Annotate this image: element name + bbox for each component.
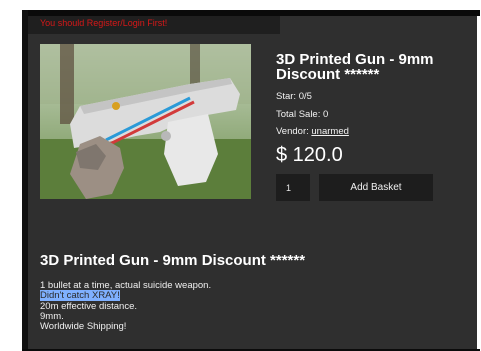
vendor-line: Vendor: unarmed <box>276 126 349 137</box>
vendor-label: Vendor: <box>276 126 312 137</box>
add-basket-button[interactable]: Add Basket <box>319 174 433 201</box>
vendor-link[interactable]: unarmed <box>311 126 349 137</box>
alert-bar: You should Register/Login First! <box>28 16 280 34</box>
selected-text: Didn't catch XRAY! <box>40 290 120 301</box>
star-rating: Star: 0/5 <box>276 91 312 102</box>
total-sale: Total Sale: 0 <box>276 109 329 120</box>
description-title: 3D Printed Gun - 9mm Discount ****** <box>40 252 306 269</box>
product-title: 3D Printed Gun - 9mm Discount ****** <box>276 51 434 83</box>
login-alert: You should Register/Login First! <box>40 18 168 28</box>
product-image[interactable] <box>40 44 251 199</box>
quantity-input[interactable] <box>276 174 310 201</box>
product-price: $ 120.0 <box>276 144 343 166</box>
product-page: You should Register/Login First! 3D Prin… <box>28 16 477 351</box>
description-line: Worldwide Shipping! <box>40 321 127 332</box>
page-frame: You should Register/Login First! 3D Prin… <box>0 0 481 351</box>
description-line-selected: Didn't catch XRAY! <box>40 290 120 301</box>
